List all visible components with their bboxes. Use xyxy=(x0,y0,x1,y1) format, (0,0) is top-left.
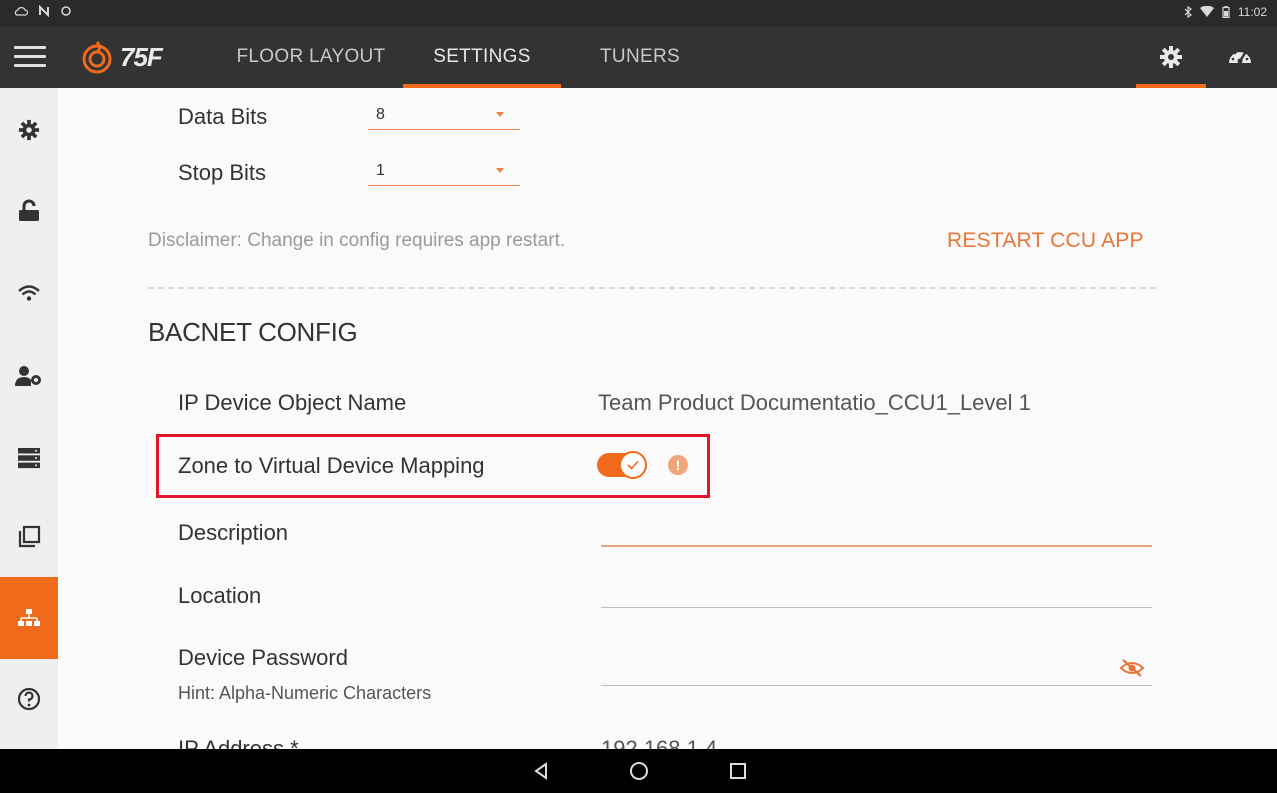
menu-icon[interactable] xyxy=(14,46,46,68)
cloud-icon xyxy=(14,7,28,16)
tab-settings[interactable]: SETTINGS xyxy=(403,26,561,88)
app-bar: 75F FLOOR LAYOUT SETTINGS TUNERS xyxy=(0,26,1277,88)
rail-item-security[interactable] xyxy=(0,176,58,246)
clock: 11:02 xyxy=(1237,5,1267,19)
settings-gear-button[interactable] xyxy=(1136,26,1206,88)
rail-item-help[interactable] xyxy=(0,664,58,734)
home-circle-icon xyxy=(630,762,648,780)
dashboard-gauge-icon xyxy=(1229,49,1251,64)
network-hierarchy-icon xyxy=(18,609,40,626)
logo-text: 75F xyxy=(120,41,163,72)
chevron-down-icon xyxy=(496,168,504,173)
stop-bits-dropdown[interactable]: 1 xyxy=(368,158,520,186)
bacnet-config-title: BACNET CONFIG xyxy=(148,317,358,347)
section-divider xyxy=(148,287,1156,289)
unlock-icon xyxy=(19,199,39,221)
rail-item-bacnet[interactable] xyxy=(0,577,58,659)
location-input[interactable] xyxy=(601,578,1152,608)
recents-button[interactable] xyxy=(724,759,752,783)
data-bits-label: Data Bits xyxy=(178,104,268,129)
sync-icon xyxy=(61,6,71,16)
rail-item-network[interactable] xyxy=(0,258,58,328)
server-icon xyxy=(18,448,40,469)
data-bits-dropdown[interactable]: 8 xyxy=(368,102,520,130)
bluetooth-icon xyxy=(1184,6,1192,18)
copy-icon xyxy=(18,525,41,548)
rail-item-user-settings[interactable] xyxy=(0,341,58,411)
battery-icon xyxy=(1222,6,1230,18)
info-icon[interactable]: ! xyxy=(668,455,688,475)
wifi-icon xyxy=(18,285,40,301)
ip-address-label: IP Address * xyxy=(178,736,299,749)
settings-content: Data Bits 8 Stop Bits 1 Disclaimer: Chan… xyxy=(58,88,1277,749)
stop-bits-value: 1 xyxy=(376,162,385,179)
stop-bits-label: Stop Bits xyxy=(178,160,267,185)
rail-item-copy[interactable] xyxy=(0,502,58,572)
logo-mark-icon xyxy=(82,41,112,74)
user-settings-icon xyxy=(15,366,41,386)
tab-tuners[interactable]: TUNERS xyxy=(575,26,705,88)
data-bits-value: 8 xyxy=(376,106,385,123)
ip-device-object-name-label: IP Device Object Name xyxy=(178,390,407,415)
restart-disclaimer: Disclaimer: Change in config requires ap… xyxy=(148,230,566,251)
eye-off-icon[interactable] xyxy=(1120,658,1144,678)
wifi-signal-icon xyxy=(1199,6,1214,17)
back-triangle-icon xyxy=(534,762,547,780)
status-bar: 11:02 xyxy=(0,0,1277,26)
description-input[interactable] xyxy=(601,517,1152,547)
tab-floor-layout[interactable]: FLOOR LAYOUT xyxy=(220,26,402,88)
chevron-down-icon xyxy=(496,112,504,117)
ip-device-object-name-value: Team Product Documentatio_CCU1_Level 1 xyxy=(598,390,1031,415)
check-icon xyxy=(627,460,639,470)
help-icon xyxy=(17,687,41,711)
zone-mapping-label: Zone to Virtual Device Mapping xyxy=(178,453,485,478)
description-label: Description xyxy=(178,520,289,545)
rail-item-general-settings[interactable] xyxy=(0,95,58,165)
location-label: Location xyxy=(178,583,262,608)
device-password-label: Device Password xyxy=(178,645,348,670)
system-nav-bar xyxy=(0,749,1277,793)
recents-square-icon xyxy=(730,763,746,779)
rail-item-devices[interactable] xyxy=(0,423,58,493)
nfc-icon xyxy=(39,5,49,17)
zone-mapping-toggle[interactable] xyxy=(597,451,647,479)
left-nav-rail xyxy=(0,88,58,749)
brand-logo: 75F xyxy=(80,40,163,74)
back-button[interactable] xyxy=(527,759,555,783)
home-button[interactable] xyxy=(625,759,653,783)
device-password-input[interactable] xyxy=(601,656,1152,686)
ip-address-value: 192.168.1.4 xyxy=(601,736,718,749)
gear-icon xyxy=(18,119,40,141)
gear-icon xyxy=(1160,46,1182,68)
restart-ccu-app-button[interactable]: RESTART CCU APP xyxy=(947,229,1144,253)
dashboard-button[interactable] xyxy=(1205,26,1275,88)
device-password-hint: Hint: Alpha-Numeric Characters xyxy=(178,683,432,703)
